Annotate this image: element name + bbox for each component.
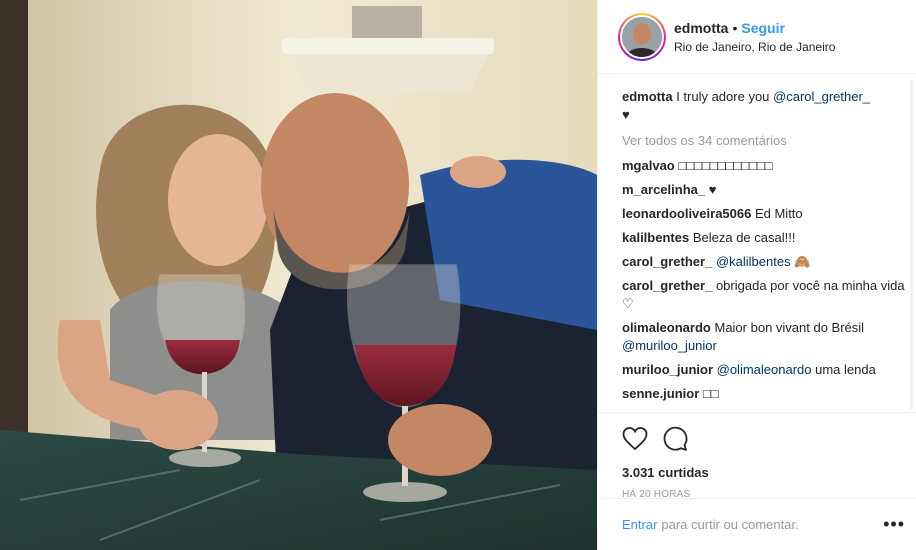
comment-text: Beleza de casal!!! [692, 230, 796, 245]
caption-text: I truly adore you [676, 89, 774, 104]
comment-text: 🙈 [790, 254, 811, 269]
username-link[interactable]: edmotta [674, 20, 728, 36]
avatar[interactable] [618, 13, 666, 61]
comment-bubble-icon[interactable] [662, 426, 688, 452]
comment-text: uma lenda [811, 362, 876, 377]
comment-mention[interactable]: @kalilbentes [716, 254, 791, 269]
comment-username[interactable]: muriloo_junior [622, 362, 713, 377]
comment-text: ♥ [708, 182, 717, 197]
comment-username[interactable]: mgalvao [622, 158, 675, 173]
comment-item: mgalvao □□□□□□□□□□□□ [622, 157, 905, 175]
comment-item: kalilbentes Beleza de casal!!! [622, 229, 905, 247]
add-comment-text: para curtir ou comentar. [661, 517, 799, 532]
action-icons [622, 419, 893, 459]
separator-dot: • [732, 20, 738, 36]
post-details-panel: edmotta • Seguir Rio de Janeiro, Rio de Ja… [597, 0, 916, 550]
comment-item: olimaleonardo Maior bon vivant do Brésil… [622, 319, 905, 355]
comment-text: Ed Mitto [754, 206, 803, 221]
login-link[interactable]: Entrar [622, 517, 657, 532]
caption-username[interactable]: edmotta [622, 89, 673, 104]
comment-username[interactable]: leonardooliveira5066 [622, 206, 751, 221]
comment-text: □□□□□□□□□□□□ [678, 158, 773, 173]
heart-outline-icon[interactable] [622, 426, 648, 452]
heart-emoji: ♥ [622, 107, 630, 122]
add-comment-bar: Entrar para curtir ou comentar. ••• [598, 498, 916, 550]
comment-username[interactable]: carol_grether_ [622, 254, 712, 269]
follow-button[interactable]: Seguir [741, 20, 785, 36]
comment-item: leonardooliveira5066 Ed Mitto [622, 205, 905, 223]
caption: edmotta I truly adore you @carol_grether… [622, 88, 905, 124]
comment-mention[interactable]: @olimaleonardo [717, 362, 812, 377]
comment-text: Maior bon vivant do Brésil [714, 320, 865, 335]
comment-mention[interactable]: @muriloo_junior [622, 338, 717, 353]
post-actions: 3.031 curtidas HÁ 20 HORAS [598, 412, 916, 500]
comments-scrollbar[interactable] [910, 80, 913, 410]
location-link[interactable]: Rio de Janeiro, Rio de Janeiro [674, 40, 835, 54]
comment-item: carol_grether_ obrigada por você na minh… [622, 277, 905, 313]
comment-username[interactable]: m_arcelinha_ [622, 182, 705, 197]
more-options-icon[interactable]: ••• [883, 515, 905, 533]
header-user-line: edmotta • Seguir [674, 20, 785, 36]
comment-username[interactable]: carol_grether_ [622, 278, 712, 293]
avatar-image [620, 15, 664, 59]
post-photo[interactable] [0, 0, 597, 550]
comment-username[interactable]: olimaleonardo [622, 320, 711, 335]
caption-mention[interactable]: @carol_grether_ [773, 89, 870, 104]
likes-count[interactable]: 3.031 curtidas [622, 465, 893, 480]
comments-list: edmotta I truly adore you @carol_grether… [622, 88, 905, 409]
comment-username[interactable]: senne.junior [622, 386, 699, 401]
view-all-comments-link[interactable]: Ver todos os 34 comentários [622, 132, 905, 150]
comment-item: senne.junior □□ [622, 385, 905, 403]
comment-text: □□ [702, 386, 719, 401]
comment-item: muriloo_junior @olimaleonardo uma lenda [622, 361, 905, 379]
comment-item: carol_grether_ @kalilbentes 🙈 [622, 253, 905, 271]
comment-username[interactable]: kalilbentes [622, 230, 689, 245]
comment-item: m_arcelinha_ ♥ [622, 181, 905, 199]
post-header: edmotta • Seguir Rio de Janeiro, Rio de Ja… [598, 0, 916, 74]
